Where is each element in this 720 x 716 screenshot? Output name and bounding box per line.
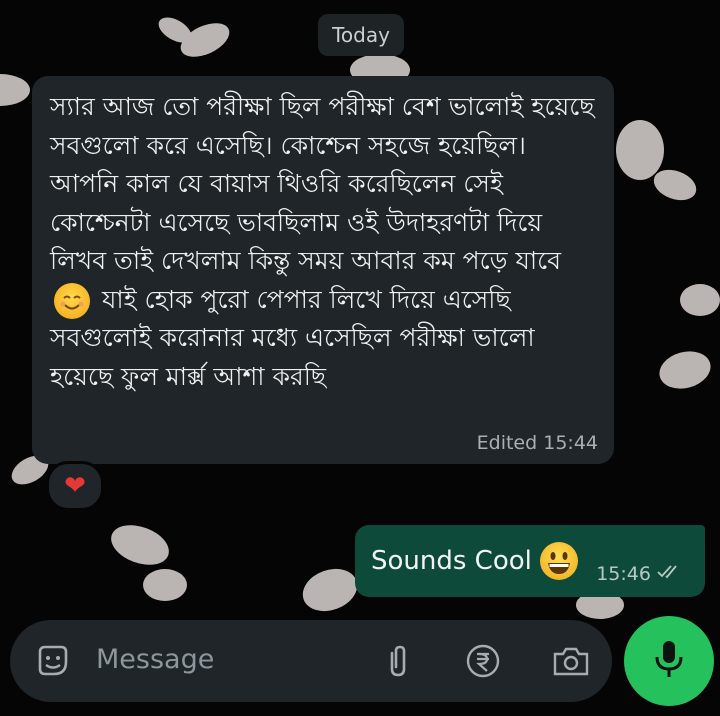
- outgoing-message-meta: 15:46: [596, 563, 683, 585]
- message-composer[interactable]: Message: [10, 620, 612, 702]
- incoming-time: 15:44: [543, 432, 598, 454]
- camera-icon[interactable]: [550, 640, 592, 682]
- edited-label: Edited: [476, 432, 538, 454]
- voice-record-button[interactable]: [624, 616, 714, 706]
- incoming-text-part-1: স্যার আজ তো পরীক্ষা ছিল পরীক্ষা বেশ ভালো…: [50, 92, 595, 275]
- date-separator: Today: [318, 14, 404, 56]
- incoming-message-bubble[interactable]: স্যার আজ তো পরীক্ষা ছিল পরীক্ষা বেশ ভালো…: [32, 76, 614, 464]
- heart-icon: ❤: [64, 471, 86, 501]
- read-receipt-icon: [657, 563, 683, 585]
- attach-icon[interactable]: [378, 640, 418, 682]
- outgoing-message-bubble[interactable]: Sounds Cool 15:46: [355, 525, 705, 597]
- incoming-message-text: স্যার আজ তো পরীক্ষা ছিল পরীক্ষা বেশ ভালো…: [50, 88, 598, 396]
- date-label: Today: [332, 23, 390, 47]
- grinning-emoji-icon: [539, 542, 578, 580]
- smiling-emoji-icon: [54, 282, 90, 319]
- outgoing-message-text: Sounds Cool: [371, 546, 532, 576]
- rupee-payment-icon[interactable]: [462, 640, 504, 682]
- incoming-message-meta: Edited 15:44: [477, 432, 598, 454]
- mic-icon: [654, 639, 684, 683]
- sticker-icon[interactable]: [32, 640, 74, 682]
- message-reaction[interactable]: ❤: [46, 461, 104, 511]
- incoming-text-part-2: যাই হোক পুরো পেপার লিখে দিয়ে এসেছি সবগু…: [50, 284, 535, 391]
- message-input[interactable]: Message: [96, 644, 214, 675]
- outgoing-time: 15:46: [596, 563, 651, 585]
